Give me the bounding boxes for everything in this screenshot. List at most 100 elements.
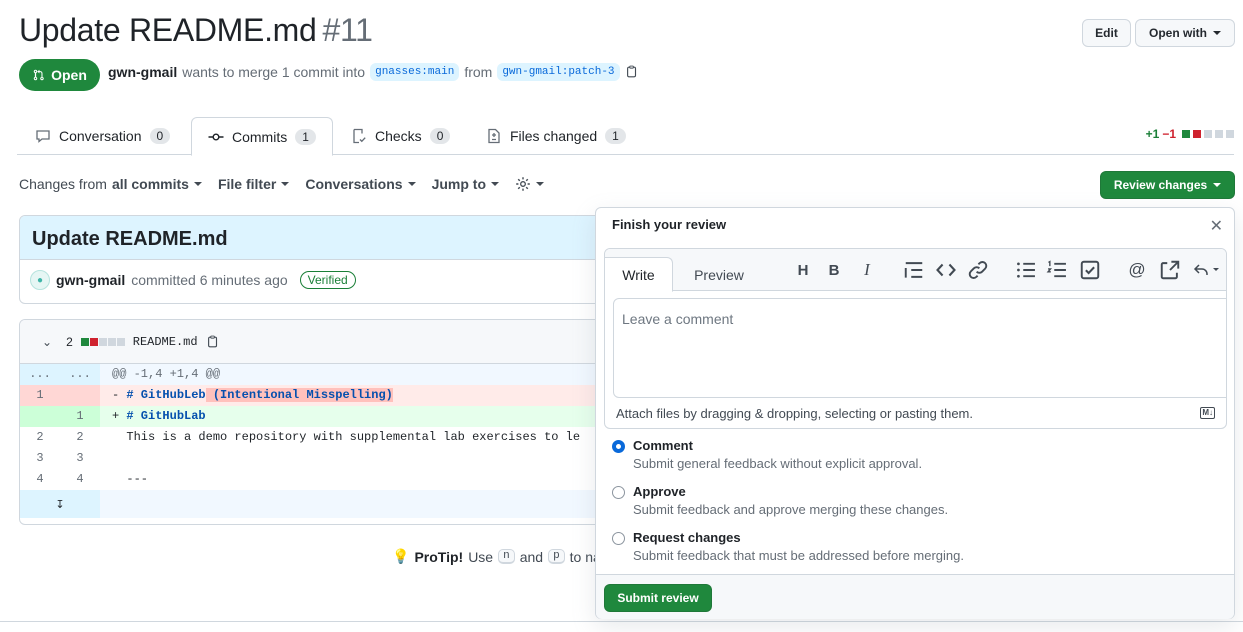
- comment-textarea[interactable]: Leave a comment: [613, 298, 1226, 398]
- verified-badge[interactable]: Verified: [299, 271, 356, 289]
- radio-button[interactable]: [612, 486, 625, 499]
- new-line-number[interactable]: 3: [60, 448, 100, 469]
- open-with-button[interactable]: Open with: [1135, 19, 1235, 47]
- diff-sign: [112, 472, 119, 486]
- hunk-header-row: ... ... @@ -1,4 +1,4 @@: [20, 364, 618, 385]
- tab-write[interactable]: Write: [605, 257, 673, 292]
- code-text: ---: [126, 472, 149, 486]
- protip: 💡 ProTip! Use n and p to na: [392, 548, 601, 565]
- lines-removed: −1: [1162, 127, 1176, 141]
- copy-icon[interactable]: [206, 335, 220, 349]
- saved-replies-icon[interactable]: [1193, 259, 1223, 281]
- edit-button[interactable]: Edit: [1082, 19, 1131, 47]
- settings-dropdown[interactable]: [515, 176, 545, 192]
- commit-title: Update README.md: [20, 216, 618, 260]
- commit-author-link[interactable]: gwn-gmail: [56, 272, 125, 288]
- comment-icon: [36, 130, 50, 143]
- caret-down-icon: [407, 182, 416, 186]
- diff-line-row: 1 + # GitHubLab: [20, 406, 618, 427]
- caret-down-icon: [281, 182, 290, 186]
- old-line-number[interactable]: 3: [20, 448, 60, 469]
- review-changes-button[interactable]: Review changes: [1100, 171, 1235, 199]
- italic-icon[interactable]: I: [856, 259, 878, 281]
- tab-commits[interactable]: Commits 1: [191, 117, 333, 156]
- old-line-number[interactable]: [20, 406, 60, 427]
- radio-button[interactable]: [612, 440, 625, 453]
- changes-from-prefix: Changes from: [19, 176, 107, 192]
- chevron-down-icon[interactable]: ⌄: [42, 335, 52, 349]
- tab-counter: 1: [605, 128, 626, 144]
- caret-down-icon: [491, 182, 500, 186]
- code-line: - # GitHubLeb (Intentional Misspelling): [100, 385, 618, 406]
- code-line: This is a demo repository with supplemen…: [100, 427, 618, 448]
- bulleted-list-icon[interactable]: [1015, 259, 1037, 281]
- tab-preview[interactable]: Preview: [681, 257, 757, 292]
- expand-down-button[interactable]: ...: [60, 364, 100, 385]
- diff-line-row: 44 ---: [20, 469, 618, 490]
- tab-conversation[interactable]: Conversation 0: [19, 117, 186, 155]
- close-icon[interactable]: ✕: [1210, 216, 1223, 236]
- file-header: ⌄ 2 README.md: [20, 320, 618, 364]
- file-diff: ⌄ 2 README.md ... ... @@ -1,4 +1,4 @@ 1-…: [19, 319, 619, 525]
- diff-line-row: 22 This is a demo repository with supple…: [20, 427, 618, 448]
- pr-number: #11: [322, 12, 373, 48]
- attach-files-bar[interactable]: Attach files by dragging & dropping, sel…: [604, 399, 1225, 428]
- caret-down-icon: [1213, 183, 1222, 187]
- file-name[interactable]: README.md: [133, 335, 198, 349]
- checklist-icon: [353, 128, 366, 144]
- bold-icon[interactable]: B: [823, 259, 845, 281]
- task-list-icon[interactable]: [1079, 259, 1101, 281]
- jump-to-dropdown[interactable]: Jump to: [432, 176, 500, 192]
- file-filter-dropdown[interactable]: File filter: [218, 176, 290, 192]
- files-toolbar: Changes from all commits File filter Con…: [19, 176, 545, 192]
- from-text: from: [464, 64, 493, 80]
- code-line: ---: [100, 469, 618, 490]
- review-option-approve[interactable]: Approve Submit feedback and approve merg…: [612, 484, 948, 517]
- quote-icon[interactable]: [903, 259, 925, 281]
- radio-button[interactable]: [612, 532, 625, 545]
- attach-files-text: Attach files by dragging & dropping, sel…: [616, 406, 973, 421]
- pr-author-link[interactable]: gwn-gmail: [108, 64, 177, 80]
- submit-review-button[interactable]: Submit review: [604, 584, 712, 612]
- link-icon[interactable]: [967, 259, 989, 281]
- cross-reference-icon[interactable]: [1159, 259, 1181, 281]
- heading-icon[interactable]: H: [792, 259, 814, 281]
- diff-sign: +: [112, 409, 120, 423]
- markdown-icon[interactable]: M↓: [1200, 407, 1215, 419]
- conversations-dropdown[interactable]: Conversations: [305, 176, 416, 192]
- tab-files-changed[interactable]: Files changed 1: [470, 117, 642, 155]
- old-line-number[interactable]: 2: [20, 427, 60, 448]
- pr-state-badge: Open: [19, 59, 100, 91]
- divider: [0, 621, 1243, 622]
- new-line-number[interactable]: [60, 385, 100, 406]
- option-description: Submit general feedback without explicit…: [633, 456, 923, 471]
- diff-line-row: 33: [20, 448, 618, 469]
- kbd-key: p: [548, 549, 565, 564]
- commit-summary: Update README.md ● gwn-gmail committed 6…: [19, 215, 619, 304]
- new-line-number[interactable]: 2: [60, 427, 100, 448]
- base-branch[interactable]: gnasses:main: [370, 63, 460, 81]
- tab-counter: 0: [429, 128, 451, 144]
- changes-from-dropdown[interactable]: Changes from all commits: [19, 176, 202, 192]
- pull-request-icon: [33, 69, 44, 81]
- lightbulb-icon: 💡: [392, 548, 410, 564]
- expand-up-button[interactable]: ...: [20, 364, 60, 385]
- review-option-request-changes[interactable]: Request changes Submit feedback that mus…: [612, 530, 964, 563]
- old-line-number[interactable]: 4: [20, 469, 60, 490]
- expand-arrow-icon[interactable]: ↧: [20, 490, 100, 518]
- review-option-comment[interactable]: Comment Submit general feedback without …: [612, 438, 922, 471]
- tab-checks[interactable]: Checks 0: [335, 117, 466, 155]
- old-line-number[interactable]: 1: [20, 385, 60, 406]
- code-icon[interactable]: [935, 259, 957, 281]
- numbered-list-icon[interactable]: [1046, 259, 1068, 281]
- option-title: Request changes: [633, 530, 741, 545]
- code-text: This is a demo repository with supplemen…: [126, 430, 581, 444]
- copy-icon[interactable]: [625, 65, 639, 79]
- avatar[interactable]: ●: [30, 270, 50, 290]
- editor-tabs: Write Preview H B I @: [605, 249, 1226, 292]
- head-branch[interactable]: gwn-gmail:patch-3: [497, 63, 620, 81]
- new-line-number[interactable]: 4: [60, 469, 100, 490]
- option-description: Submit feedback and approve merging thes…: [633, 502, 949, 517]
- mention-icon[interactable]: @: [1126, 259, 1148, 281]
- new-line-number[interactable]: 1: [60, 406, 100, 427]
